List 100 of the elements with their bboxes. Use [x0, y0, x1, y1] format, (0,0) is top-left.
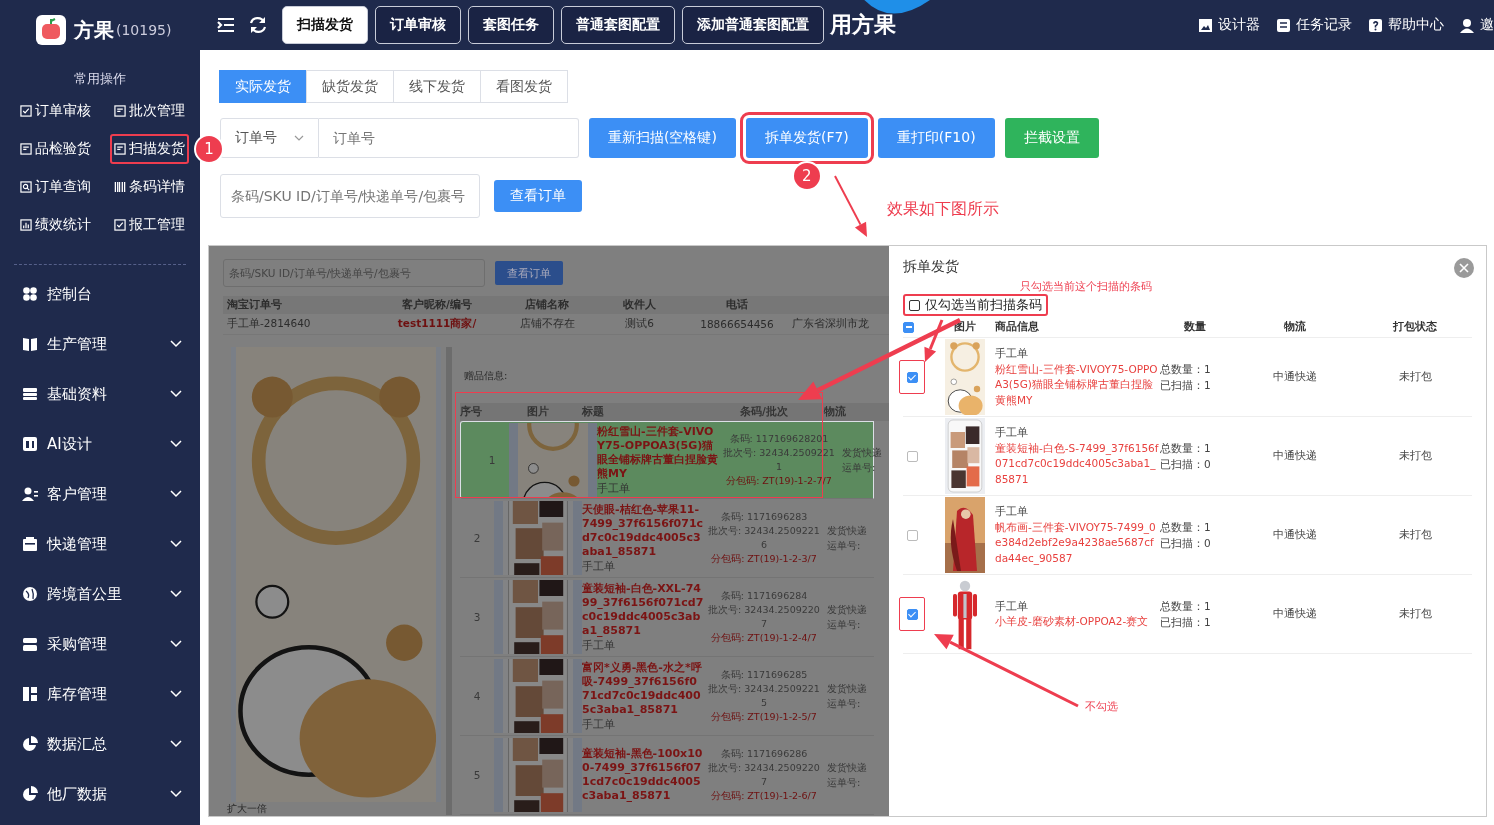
- batch-text: 批次号: 32434.25092207: [707, 761, 821, 789]
- brand-name: 方果: [74, 16, 114, 44]
- header-link[interactable]: 任务记录: [1276, 16, 1352, 34]
- help-icon: [1368, 17, 1383, 33]
- step-badge: 2: [791, 161, 822, 191]
- order-source: 手工单: [995, 425, 1029, 440]
- annotation-note: 不勾选: [1085, 699, 1118, 714]
- checkbox-icon: [20, 105, 32, 117]
- pie-icon: [22, 786, 38, 802]
- subtab[interactable]: 看图发货: [480, 70, 568, 103]
- package-code: 分包码: ZT(19)-1-2-5/7: [710, 710, 818, 724]
- order-source: 手工单: [995, 504, 1029, 519]
- header-link[interactable]: 设计器: [1198, 16, 1260, 34]
- chevron-down-icon: [170, 390, 182, 398]
- barcode-text: 条码: 1171696283: [719, 510, 809, 524]
- tab[interactable]: 订单审核: [375, 6, 461, 44]
- menu-item[interactable]: AI设计: [0, 419, 200, 469]
- checkbox-icon: [114, 219, 126, 231]
- tab[interactable]: 普通套图配置: [561, 6, 675, 44]
- refresh-icon[interactable]: [248, 15, 268, 35]
- product-title: 粉红雪山-三件套-VIVOY75-OPPOA3(5G)猫眼全铺标牌古董白捏脸黄熊MY: [995, 361, 1159, 408]
- view-order-button[interactable]: 查看订单: [495, 261, 563, 285]
- order-source: 手工单: [582, 638, 615, 651]
- order-source: 手工单: [582, 717, 615, 730]
- document-icon: [114, 143, 126, 155]
- batch-text: 批次号: 32434.25092216: [707, 524, 821, 552]
- product-title: 童装短袖-白色-XXL-7499_37f6156f071cd7c0c19ddc4005c3aba1_85871 手工单: [582, 581, 704, 653]
- quick-link[interactable]: 订单审核: [16, 96, 95, 126]
- barcode-text: 条码: 1171696286: [719, 747, 809, 761]
- chevron-down-icon: [294, 135, 304, 141]
- chevron-down-icon: [170, 790, 182, 798]
- quick-link[interactable]: 批次管理: [110, 96, 189, 126]
- search-icon: [20, 181, 32, 193]
- table-cell-text: 2: [472, 532, 482, 544]
- people-icon: [22, 486, 38, 502]
- quick-link[interactable]: 报工管理: [110, 210, 189, 240]
- row-checkbox[interactable]: [906, 371, 918, 383]
- header-link[interactable]: 帮助中心: [1368, 16, 1444, 34]
- column-header: 数量: [1183, 320, 1207, 334]
- subtab[interactable]: 缺货发货: [306, 70, 394, 103]
- product-title: 帆布画-三件套-VIVOY75-7499_0e384d2ebf2e9a4238ae5687cfda44ec_90587: [995, 519, 1157, 566]
- menu-item[interactable]: 控制台: [0, 269, 200, 319]
- column-header: 商品信息: [995, 320, 1040, 334]
- menu-item[interactable]: 生产管理: [0, 319, 200, 369]
- product-title: 小羊皮-磨砂素材-OPPOA2-赛文: [995, 614, 1150, 629]
- menu-item[interactable]: 跨境首公里: [0, 569, 200, 619]
- quick-link[interactable]: 品检验货: [16, 134, 95, 164]
- order-source: 手工单: [995, 598, 1029, 614]
- layers-icon: [22, 386, 38, 402]
- chevron-down-icon: [170, 490, 182, 498]
- table-cell-text: 中通快递: [1272, 528, 1318, 542]
- chevron-down-icon: [170, 740, 182, 748]
- header-link[interactable]: 邀: [1460, 16, 1494, 34]
- menu-item[interactable]: 快递管理: [0, 519, 200, 569]
- row-checkbox[interactable]: [906, 450, 918, 462]
- tab[interactable]: 套图任务: [468, 6, 554, 44]
- menu-icon[interactable]: [216, 15, 236, 35]
- batch-text: 批次号: 32434.25092215: [707, 682, 821, 710]
- order-source: 手工单: [597, 481, 630, 494]
- order-number-field[interactable]: 订单号: [319, 118, 579, 158]
- package-code: 分包码: ZT(19)-1-2-6/7: [710, 789, 818, 803]
- quick-link[interactable]: 条码详情: [110, 172, 189, 202]
- product-title: 童装短袖-黑色-100x100-7499_37f6156f071cd7c0c19ddc4005c3aba1_85871: [582, 747, 704, 803]
- column-header: 标题: [582, 405, 605, 419]
- quick-link[interactable]: 订单查询: [16, 172, 95, 202]
- row-checkbox[interactable]: [906, 608, 918, 620]
- document-icon: [20, 143, 32, 155]
- close-icon[interactable]: [1454, 258, 1474, 278]
- barcode-text: 条码: 1171696285: [719, 668, 809, 682]
- chevron-down-icon: [170, 590, 182, 598]
- logistics-text: 发货快递: [827, 761, 868, 775]
- logistics-text: 发货快递: [827, 682, 868, 696]
- search-type-dropdown[interactable]: 订单号: [220, 118, 319, 158]
- menu-item[interactable]: 客户管理: [0, 469, 200, 519]
- column-header: 店铺名称: [524, 298, 570, 312]
- quick-link[interactable]: 扫描发货: [110, 134, 189, 164]
- chevron-down-icon: [170, 640, 182, 648]
- menu-item[interactable]: 库存管理: [0, 669, 200, 719]
- select-all-checkbox[interactable]: [903, 321, 914, 333]
- order-source: 手工单: [582, 559, 615, 572]
- table-cell-text: 店铺不存在: [518, 317, 576, 331]
- dialog-title: 拆单发货: [903, 258, 959, 276]
- menu-item[interactable]: 基础资料: [0, 369, 200, 419]
- menu-item[interactable]: 他厂数据: [0, 769, 200, 819]
- tab[interactable]: 扫描发货: [282, 6, 368, 44]
- menu-item[interactable]: 数据汇总: [0, 719, 200, 769]
- document-icon: [114, 105, 126, 117]
- barcode-text: 条码: 1171696284: [719, 589, 809, 603]
- subtab[interactable]: 线下发货: [393, 70, 481, 103]
- only-current-checkbox[interactable]: 仅勾选当前扫描条码: [903, 294, 1048, 316]
- section-title: 常用操作: [73, 70, 127, 88]
- menu-item[interactable]: 采购管理: [0, 619, 200, 669]
- chevron-down-icon: [170, 340, 182, 348]
- row-checkbox[interactable]: [906, 529, 918, 541]
- quick-link[interactable]: 绩效统计: [16, 210, 95, 240]
- annotation-note: 只勾选当前这个扫描的条码: [1020, 279, 1152, 294]
- column-header: 图片: [526, 405, 550, 419]
- column-header: 收件人: [622, 298, 657, 312]
- tab[interactable]: 添加普通套图配置: [682, 6, 824, 44]
- product-title: 童装短袖-白色-S-7499_37f6156f071cd7c0c19ddc4005c3aba1_85871: [995, 440, 1160, 487]
